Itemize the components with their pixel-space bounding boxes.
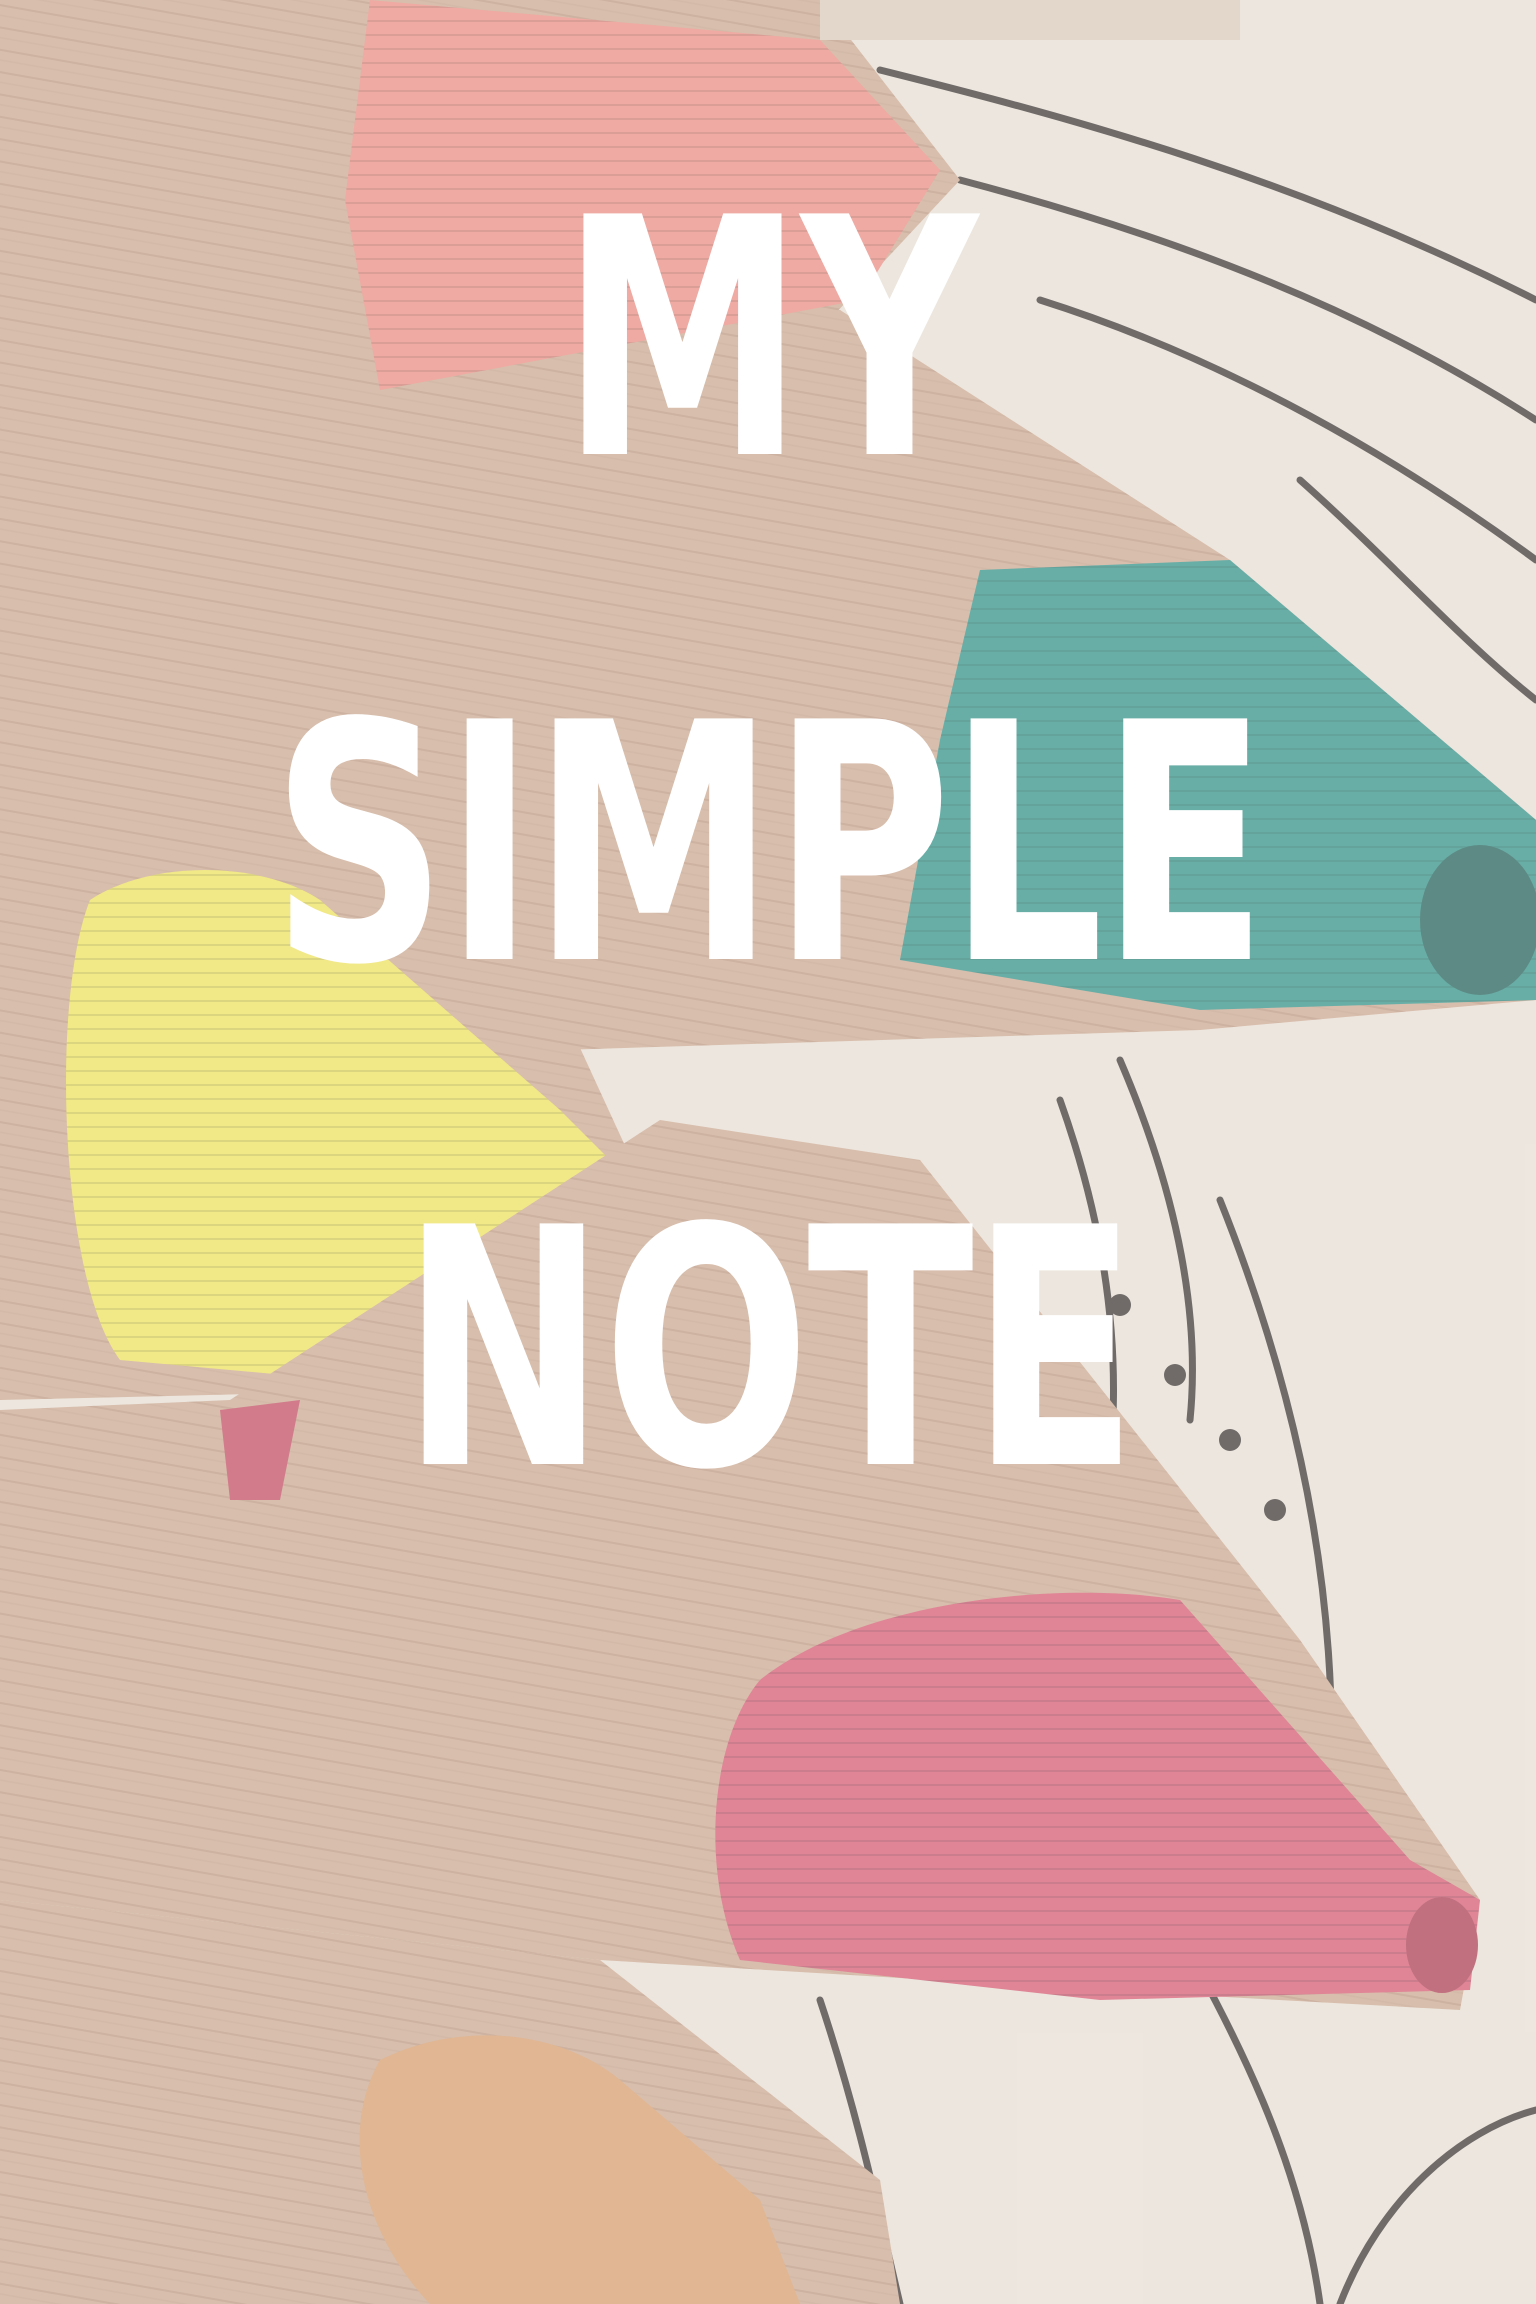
title-line-3: NOTE [401,1158,1137,1542]
notebook-cover: MY SIMPLE NOTE [0,0,1536,2304]
cover-title: MY SIMPLE NOTE [200,175,1337,1690]
title-line-2: SIMPLE [271,653,1267,1037]
title-line-1: MY [561,148,978,532]
